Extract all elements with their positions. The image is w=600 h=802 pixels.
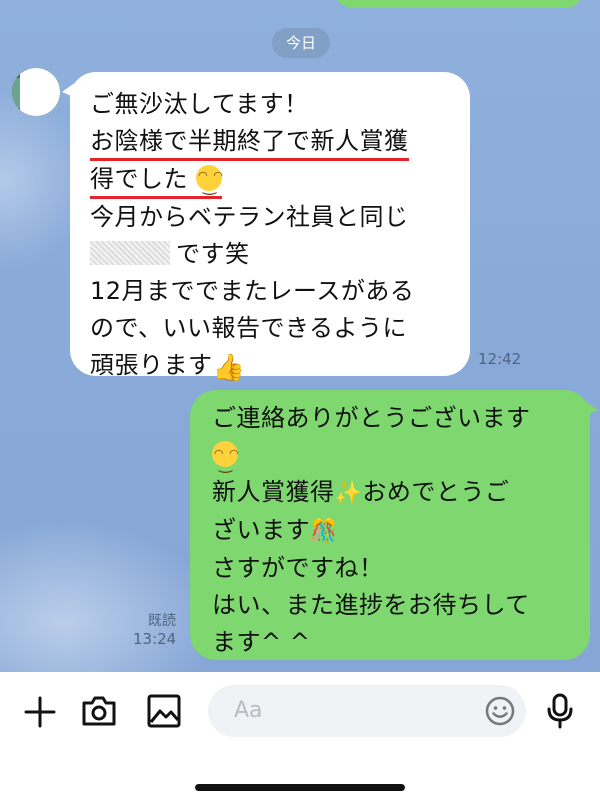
message-line: 頑張ります: [90, 351, 213, 379]
redacted-text: [90, 241, 170, 265]
home-indicator: [195, 784, 405, 791]
message-line-underlined: 得でした: [90, 165, 188, 193]
smiling-face-emoji-icon: [196, 159, 224, 202]
contact-avatar[interactable]: [12, 68, 60, 116]
smiling-face-emoji-icon: [212, 435, 240, 482]
incoming-message-bubble[interactable]: ご無沙汰してます！ お陰様で半期終了で新人賞獲 得でした 今月からベテラン社員と…: [62, 72, 470, 383]
message-line: 12月まででまたレースがある: [90, 277, 415, 305]
message-line: さすがですね！: [212, 554, 384, 582]
message-line: ご無沙汰してます！: [90, 90, 309, 118]
plus-icon[interactable]: [22, 694, 58, 730]
message-line: ので、いい報告できるように: [90, 314, 408, 342]
message-timestamp: 12:42: [478, 350, 522, 368]
image-icon[interactable]: [145, 692, 183, 730]
outgoing-message-bubble[interactable]: ご連絡ありがとうございます 新人賞獲得✨おめでとうご ざいます🎊 さすがですね！…: [190, 390, 598, 660]
thumbs-up-emoji-icon: 👍: [212, 353, 246, 383]
sparkles-emoji-icon: ✨: [334, 481, 363, 506]
date-separator: 今日: [272, 28, 330, 58]
message-line: 今月からベテラン社員と同じ: [90, 203, 409, 231]
camera-icon[interactable]: [80, 693, 118, 729]
message-line: ざいます: [212, 516, 310, 544]
microphone-icon[interactable]: [545, 692, 575, 730]
message-line: 新人賞獲得: [212, 478, 335, 506]
previous-outgoing-bubble[interactable]: [334, 0, 584, 8]
confetti-emoji-icon: 🎊: [310, 519, 338, 544]
message-line: おめでとうご: [362, 478, 510, 506]
message-line: です笑: [176, 240, 250, 268]
message-timestamp: 13:24: [133, 630, 177, 648]
read-receipt: 既読: [148, 613, 176, 629]
background-cloud: [0, 520, 220, 672]
message-line: ご連絡ありがとうございます: [212, 404, 531, 432]
message-line-underlined: お陰様で半期終了で新人賞獲: [90, 125, 409, 161]
emoji-icon[interactable]: [484, 695, 516, 727]
message-input[interactable]: Aa: [208, 685, 526, 737]
message-line: はい、また進捗をお待ちして: [212, 591, 530, 619]
chat-area[interactable]: 今日 ご無沙汰してます！ お陰様で半期終了で新人賞獲 得でした 今月からベテラン…: [0, 0, 600, 672]
message-line: ます^ ^: [212, 628, 311, 656]
